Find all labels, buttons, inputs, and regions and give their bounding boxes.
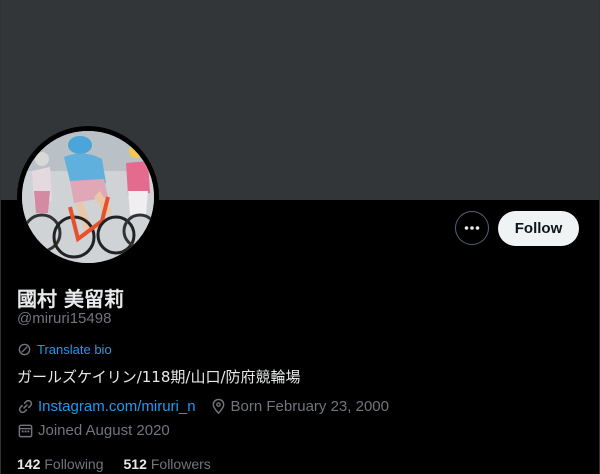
link-icon xyxy=(18,399,33,414)
translate-bio-button[interactable]: Translate bio xyxy=(17,342,112,357)
followers-label: Followers xyxy=(150,456,211,472)
follow-button[interactable]: Follow xyxy=(498,211,579,246)
profile-link-text[interactable]: Instagram.com/miruri_n xyxy=(38,398,196,415)
joined-date: Joined August 2020 xyxy=(17,422,170,439)
followers-count: 512 xyxy=(123,456,147,472)
following-label: Following xyxy=(44,456,104,472)
following-link[interactable]: 142 Following xyxy=(17,456,104,472)
following-count: 142 xyxy=(17,456,41,472)
profile-stats: 142 Following 512 Followers xyxy=(17,456,211,472)
location-pin-icon xyxy=(212,398,224,415)
birthday-text: Born February 23, 2000 xyxy=(230,398,389,415)
bio-text: ガールズケイリン/118期/山口/防府競輪場 xyxy=(17,368,301,386)
more-options-button[interactable] xyxy=(455,211,489,245)
followers-link[interactable]: 512 Followers xyxy=(124,456,211,472)
display-name: 國村 美留莉 xyxy=(17,287,124,311)
joined-date-text: Joined August 2020 xyxy=(38,422,170,439)
translate-bio-label[interactable]: Translate bio xyxy=(37,342,112,357)
profile-link[interactable]: Instagram.com/miruri_n xyxy=(17,398,196,415)
translate-icon xyxy=(18,343,31,356)
avatar[interactable] xyxy=(22,131,154,263)
user-handle: @miruri15498 xyxy=(17,310,112,327)
more-horizontal-icon xyxy=(464,226,480,230)
birthday: Born February 23, 2000 xyxy=(210,398,389,415)
calendar-icon xyxy=(18,424,33,438)
avatar-cyclists-image xyxy=(22,131,154,263)
profile-meta-row: Instagram.com/miruri_n Born February 23,… xyxy=(17,398,389,415)
